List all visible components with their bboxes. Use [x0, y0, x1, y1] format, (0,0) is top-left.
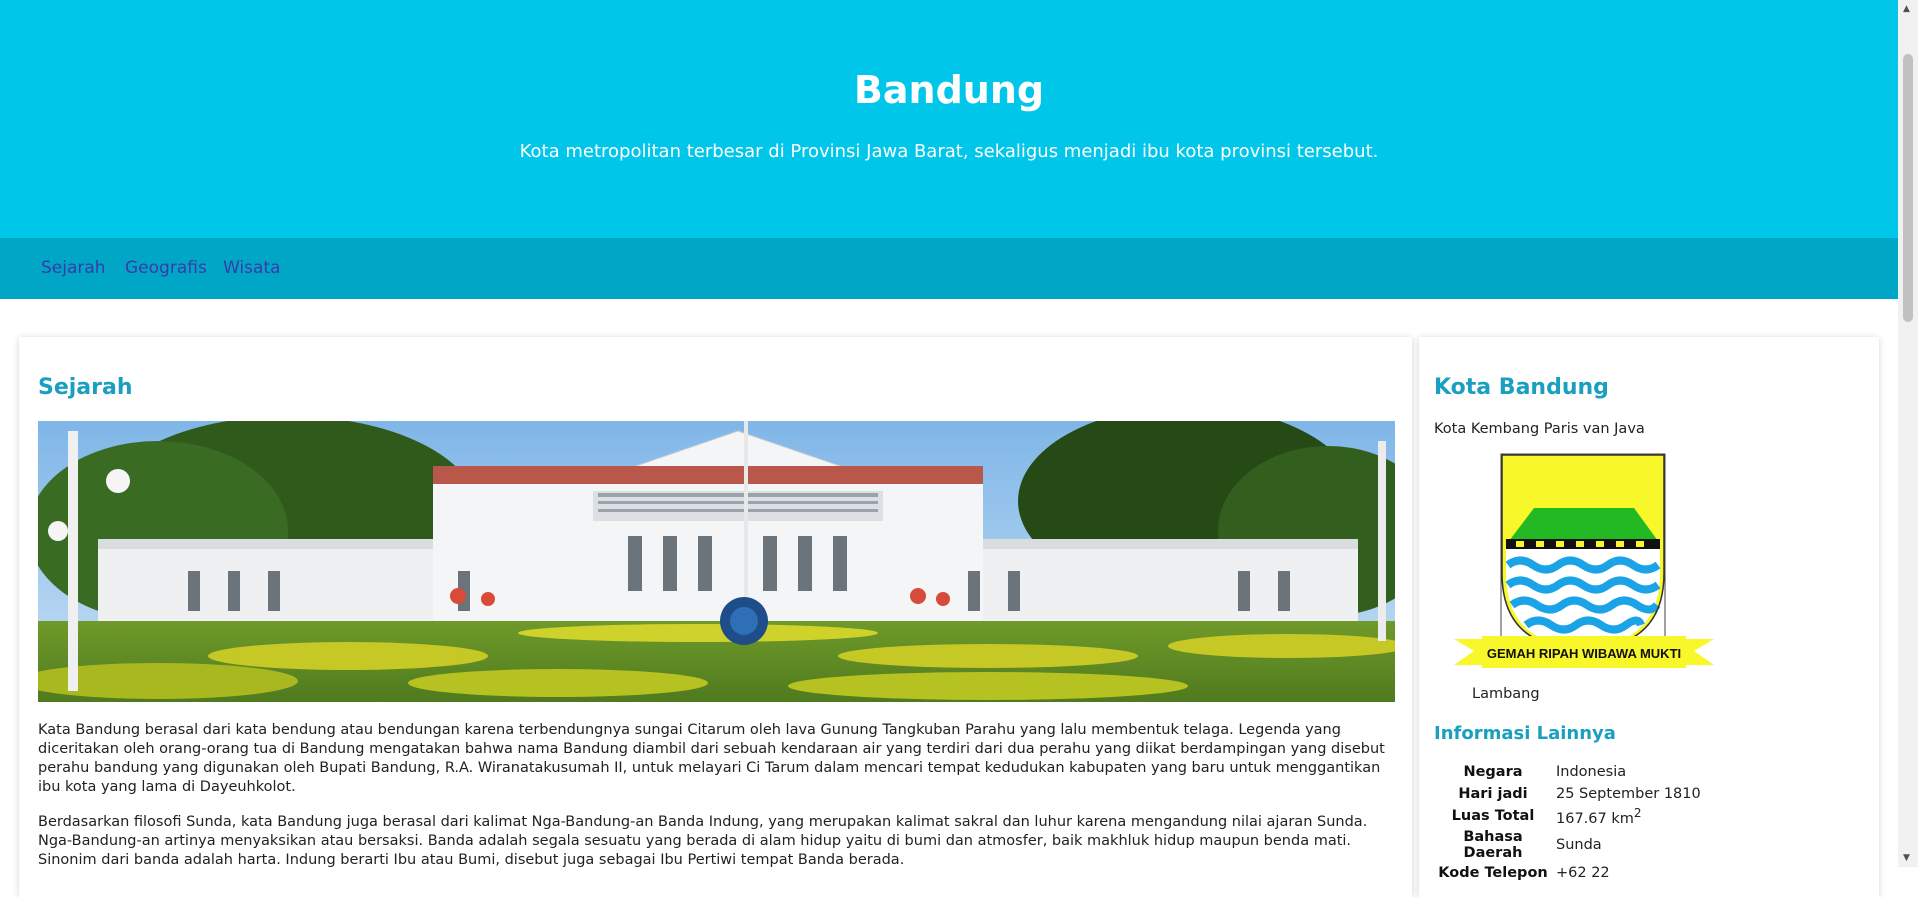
- info-heading: Informasi Lainnya: [1434, 723, 1616, 744]
- scrollbar-thumb[interactable]: [1903, 54, 1913, 322]
- sidebar-infobox: Kota Bandung Kota Kembang Paris van Java: [1419, 337, 1879, 897]
- table-row: Bahasa Daerah Sunda: [1434, 828, 1703, 862]
- table-row: Luas Total 167.67 km2: [1434, 805, 1703, 828]
- nav-bar: Sejarah Geografis Wisata: [0, 238, 1898, 299]
- main-article: Sejarah Kata Bandung berasal dari kata b…: [19, 337, 1412, 897]
- info-key: Bahasa Daerah: [1463, 828, 1523, 861]
- city-emblem-image: GEMAH RIPAH WIBAWA MUKTI: [1454, 453, 1714, 683]
- info-value: Sunda: [1556, 836, 1602, 853]
- info-table: Negara Indonesia Hari jadi 25 September …: [1434, 761, 1703, 884]
- info-value-area: 167.67 km2: [1552, 805, 1703, 828]
- paragraph: Berdasarkan filosofi Sunda, kata Bandung…: [38, 814, 1368, 868]
- section-heading: Sejarah: [38, 375, 133, 400]
- table-row: Kode Telepon +62 22: [1434, 862, 1703, 884]
- info-value: 25 September 1810: [1556, 786, 1701, 802]
- table-row: Negara Indonesia: [1434, 761, 1703, 783]
- emblem-caption: Lambang: [1472, 686, 1540, 702]
- info-key: Luas Total: [1451, 808, 1535, 825]
- info-value: +62 22: [1556, 864, 1610, 881]
- gedung-sate-photo: [38, 421, 1395, 702]
- scroll-up-arrow-icon[interactable]: ▲: [1903, 4, 1910, 14]
- info-key: Negara: [1463, 764, 1523, 780]
- info-key: Kode Telepon: [1438, 864, 1548, 881]
- nav-link-geografis[interactable]: Geografis: [125, 258, 207, 278]
- site-header: Bandung Kota metropolitan terbesar di Pr…: [0, 0, 1898, 238]
- table-row: Hari jadi 25 September 1810: [1434, 783, 1703, 805]
- city-motto: Kota Kembang Paris van Java: [1434, 421, 1645, 437]
- emblem-banner-text: GEMAH RIPAH WIBAWA MUKTI: [1487, 646, 1681, 661]
- nav-link-sejarah[interactable]: Sejarah: [41, 258, 106, 278]
- vertical-scrollbar[interactable]: ▲ ▼: [1898, 0, 1918, 867]
- info-value: Indonesia: [1556, 764, 1627, 780]
- area-unit-exponent: 2: [1633, 806, 1642, 820]
- scroll-down-arrow-icon[interactable]: ▼: [1903, 853, 1910, 863]
- paragraph: Kata Bandung berasal dari kata bendung a…: [38, 722, 1385, 795]
- page-subtitle: Kota metropolitan terbesar di Provinsi J…: [519, 141, 1379, 162]
- area-value: 167.67 km: [1556, 810, 1634, 827]
- info-key: Hari jadi: [1458, 786, 1528, 802]
- infobox-heading: Kota Bandung: [1434, 375, 1609, 400]
- page-title: Bandung: [853, 68, 1045, 112]
- nav-link-wisata[interactable]: Wisata: [223, 258, 281, 278]
